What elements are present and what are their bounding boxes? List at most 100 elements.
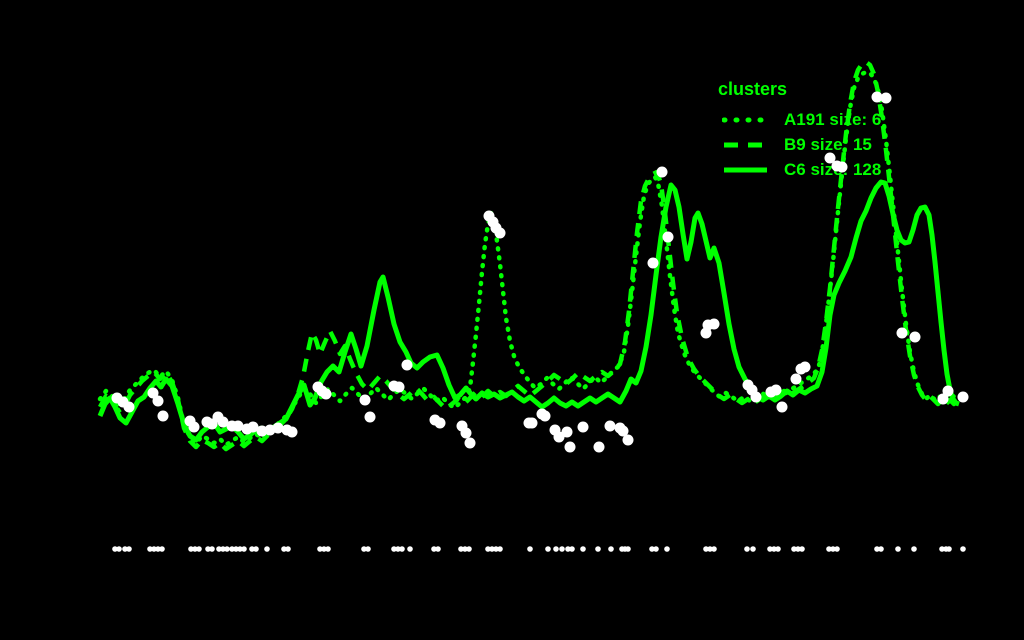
data-point bbox=[795, 363, 807, 375]
data-point bbox=[460, 427, 472, 439]
rug-tick bbox=[155, 546, 161, 552]
rug-tick bbox=[497, 546, 503, 552]
data-point bbox=[539, 410, 551, 422]
data-point bbox=[536, 408, 548, 420]
legend-label-c6: C6 size: 128 bbox=[784, 160, 882, 179]
rug-tick bbox=[151, 546, 157, 552]
rug-tick bbox=[750, 546, 756, 552]
data-point bbox=[702, 319, 714, 331]
data-point bbox=[401, 359, 413, 371]
data-point bbox=[799, 361, 811, 373]
data-point bbox=[942, 385, 954, 397]
data-point bbox=[201, 416, 213, 428]
data-point bbox=[662, 231, 674, 243]
data-point bbox=[494, 227, 506, 239]
data-point bbox=[526, 417, 538, 429]
data-point bbox=[614, 422, 626, 434]
rug-tick bbox=[466, 546, 472, 552]
rug-tick bbox=[653, 546, 659, 552]
data-point bbox=[434, 417, 446, 429]
rug-tick bbox=[220, 546, 226, 552]
rug-tick bbox=[744, 546, 750, 552]
data-point bbox=[388, 380, 400, 392]
data-point bbox=[247, 421, 259, 433]
rug-tick bbox=[188, 546, 194, 552]
rug-tick bbox=[946, 546, 952, 552]
rug-tick bbox=[159, 546, 165, 552]
rug-tick bbox=[874, 546, 880, 552]
data-point bbox=[157, 410, 169, 422]
data-point bbox=[487, 216, 499, 228]
data-point bbox=[937, 393, 949, 405]
rug-tick bbox=[960, 546, 966, 552]
data-point bbox=[429, 414, 441, 426]
data-point bbox=[561, 426, 573, 438]
data-point bbox=[593, 441, 605, 453]
rug-tick bbox=[112, 546, 118, 552]
rug-tick bbox=[649, 546, 655, 552]
data-point bbox=[206, 418, 218, 430]
rug-tick bbox=[608, 546, 614, 552]
data-point bbox=[577, 421, 589, 433]
rug-tick bbox=[285, 546, 291, 552]
data-point bbox=[909, 331, 921, 343]
rug-tick bbox=[264, 546, 270, 552]
data-point bbox=[742, 379, 754, 391]
legend-label-a191: A191 size: 6 bbox=[784, 110, 882, 129]
data-point bbox=[549, 424, 561, 436]
rug-tick bbox=[799, 546, 805, 552]
rug-tick bbox=[192, 546, 198, 552]
data-point bbox=[490, 222, 502, 234]
data-point bbox=[957, 391, 969, 403]
data-point bbox=[117, 396, 129, 408]
rug-tick bbox=[791, 546, 797, 552]
data-point bbox=[604, 420, 616, 432]
rug-tick bbox=[462, 546, 468, 552]
rug-tick bbox=[622, 546, 628, 552]
data-point bbox=[790, 373, 802, 385]
rug-tick bbox=[527, 546, 533, 552]
rug-tick bbox=[317, 546, 323, 552]
rug-tick bbox=[489, 546, 495, 552]
data-point bbox=[281, 424, 293, 436]
data-point bbox=[765, 386, 777, 398]
rug-tick bbox=[619, 546, 625, 552]
legend-title: clusters bbox=[718, 79, 788, 99]
data-point bbox=[456, 420, 468, 432]
rug-tick bbox=[122, 546, 128, 552]
rug-tick bbox=[707, 546, 713, 552]
rug-tick bbox=[703, 546, 709, 552]
rug-tick bbox=[711, 546, 717, 552]
data-point bbox=[464, 437, 476, 449]
data-point bbox=[256, 425, 268, 437]
data-point bbox=[226, 420, 238, 432]
data-point bbox=[708, 318, 720, 330]
rug-tick bbox=[209, 546, 215, 552]
rug-tick bbox=[458, 546, 464, 552]
data-point bbox=[152, 395, 164, 407]
data-point bbox=[123, 401, 135, 413]
data-point bbox=[647, 257, 659, 269]
rug-tick bbox=[830, 546, 836, 552]
rug-tick bbox=[435, 546, 441, 552]
rug-tick bbox=[826, 546, 832, 552]
data-point bbox=[622, 434, 634, 446]
rug-tick bbox=[895, 546, 901, 552]
dashed-line-sample-icon bbox=[724, 142, 767, 147]
data-point bbox=[483, 210, 495, 222]
rug-tick bbox=[196, 546, 202, 552]
dotted-line-sample-icon bbox=[722, 117, 769, 122]
data-point bbox=[700, 327, 712, 339]
rug-tick bbox=[407, 546, 413, 552]
rug-tick bbox=[485, 546, 491, 552]
rug-tick bbox=[391, 546, 397, 552]
data-point bbox=[316, 385, 328, 397]
data-point bbox=[880, 92, 892, 104]
data-point bbox=[364, 411, 376, 423]
rug-tick bbox=[116, 546, 122, 552]
data-point bbox=[312, 381, 324, 393]
rug-tick bbox=[205, 546, 211, 552]
rug-tick bbox=[595, 546, 601, 552]
data-point bbox=[750, 391, 762, 403]
data-point bbox=[564, 441, 576, 453]
